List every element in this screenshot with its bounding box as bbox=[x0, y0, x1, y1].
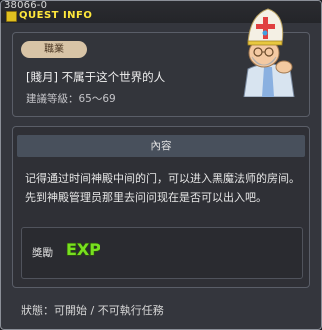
content-panel: 內容 记得通过时间神殿中间的门，可以进入黑魔法师的房间。先到神殿管理员那里去问问… bbox=[12, 126, 310, 288]
exp-icon: EXP bbox=[65, 239, 100, 259]
reward-box: 獎勵 EXP bbox=[21, 227, 303, 279]
svg-text:EXP: EXP bbox=[66, 240, 100, 259]
quest-square-icon bbox=[6, 11, 17, 22]
quest-status: 狀態：可開始 / 不可執行任務 bbox=[21, 304, 164, 317]
recommended-level: 建議等級：65～69 bbox=[26, 93, 116, 105]
content-heading: 內容 bbox=[17, 135, 305, 157]
job-badge: 職業 bbox=[21, 41, 87, 58]
window-title: QUEST INFO bbox=[19, 10, 93, 21]
reward-label: 獎勵 bbox=[32, 247, 53, 259]
quest-info-window: 38066-0 QUEST INFO 職業 [賤月] 不属于这个世界的人 建議等… bbox=[0, 0, 322, 330]
npc-priest-icon bbox=[243, 8, 295, 97]
quest-name: [賤月] 不属于这个世界的人 bbox=[26, 70, 166, 84]
quest-description: 记得通过时间神殿中间的门，可以进入黑魔法师的房间。先到神殿管理员那里去问问现在是… bbox=[25, 172, 300, 204]
